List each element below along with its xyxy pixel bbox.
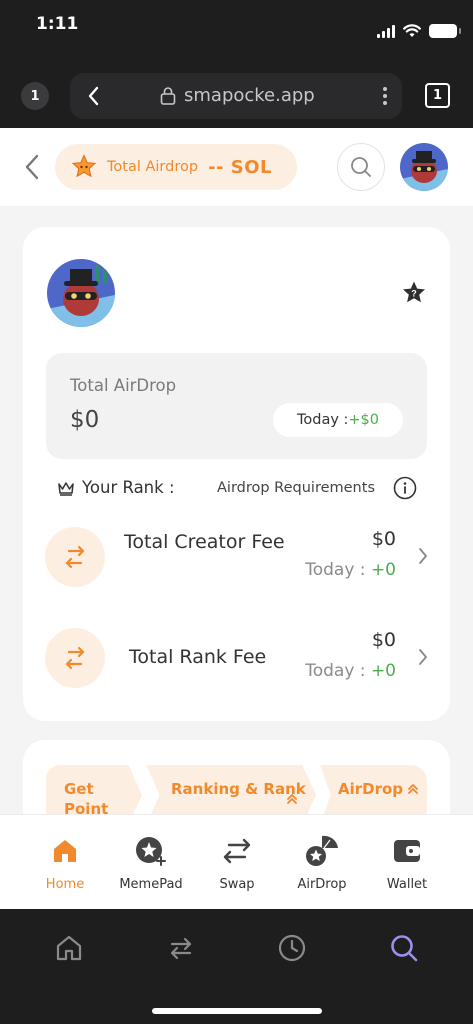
fee-amount: $0 [371, 629, 396, 651]
star-icon [71, 154, 97, 178]
rank-info: Your Rank : [57, 478, 175, 497]
steps-card: Get Point Ranking & Rank AirDrop [23, 740, 450, 814]
browser-back-icon[interactable] [86, 85, 100, 107]
browser-search-icon[interactable] [389, 933, 419, 963]
status-time: 1:11 [36, 14, 79, 34]
your-rank-label: Your Rank : [82, 478, 175, 497]
profile-avatar-image [47, 259, 115, 327]
total-airdrop-value: $0 [70, 407, 100, 433]
airdrop-icon [302, 835, 342, 867]
today-label: Today : [296, 412, 349, 428]
step-airdrop[interactable]: AirDrop [320, 765, 427, 814]
crown-icon [58, 481, 74, 496]
nav-memepad[interactable]: MemePad [106, 815, 196, 910]
user-avatar[interactable] [400, 143, 448, 191]
nav-swap[interactable]: Swap [192, 815, 282, 910]
more-vertical-icon[interactable] [382, 85, 388, 107]
airdrop-card: ? Total AirDrop $0 Today : +$0 Your Rank… [23, 227, 450, 721]
nav-label: Swap [219, 877, 255, 892]
today-badge: Today : +$0 [273, 403, 403, 437]
browser-bar: 1 smapocke.app 1 [0, 60, 473, 128]
tab-count-badge[interactable]: 1 [21, 82, 49, 110]
fee-icon-circle [45, 527, 105, 587]
nav-airdrop[interactable]: AirDrop [277, 815, 367, 910]
fee-amount: $0 [371, 528, 396, 550]
info-icon[interactable] [393, 476, 417, 500]
url-text: smapocke.app [184, 85, 315, 106]
pill-label: Total Airdrop [107, 159, 199, 175]
profile-avatar [47, 259, 115, 327]
nav-label: AirDrop [297, 877, 347, 892]
lock-icon [160, 87, 176, 105]
total-airdrop-pill[interactable]: Total Airdrop -- SOL [55, 144, 297, 190]
home-icon [51, 835, 79, 867]
nav-home[interactable]: Home [20, 815, 110, 910]
address-bar[interactable]: smapocke.app [70, 73, 402, 119]
pill-value: -- SOL [208, 156, 273, 178]
total-airdrop-label: Total AirDrop [70, 376, 177, 395]
main-content: ? Total AirDrop $0 Today : +$0 Your Rank… [0, 206, 473, 814]
step-get-point[interactable]: Get Point [46, 765, 142, 814]
nav-label: Wallet [386, 877, 428, 892]
svg-text:?: ? [411, 289, 417, 299]
bottom-nav: Home MemePad Swap AirDrop Wallet [0, 814, 473, 909]
step-label: AirDrop [338, 780, 404, 798]
wifi-icon [403, 24, 421, 37]
nav-wallet[interactable]: Wallet [362, 815, 452, 910]
nav-label: Home [45, 877, 85, 892]
browser-toolbar [0, 909, 473, 1024]
rank-fee-row[interactable]: Total Rank Fee $0 Today : +0 [45, 626, 428, 690]
browser-swap-icon[interactable] [166, 933, 196, 963]
status-bar: 1:11 [0, 0, 473, 60]
transfer-icon [65, 545, 85, 569]
double-chevron-up-icon [408, 784, 418, 794]
step-ranking-rank[interactable]: Ranking & Rank [146, 765, 316, 814]
transfer-icon [65, 646, 85, 670]
double-chevron-up-icon [287, 794, 297, 804]
url-display[interactable]: smapocke.app [160, 85, 315, 106]
wallet-icon [392, 835, 422, 867]
search-icon [351, 157, 371, 177]
swap-icon [221, 835, 253, 867]
rank-row: Your Rank : Airdrop Requirements [57, 476, 417, 500]
battery-icon [429, 24, 461, 38]
home-indicator [152, 1008, 322, 1014]
avatar-image [400, 143, 448, 191]
fee-title: Total Rank Fee [129, 646, 267, 668]
history-icon[interactable] [277, 933, 307, 963]
tabs-button[interactable]: 1 [425, 83, 450, 108]
nav-label: MemePad [119, 877, 183, 892]
creator-fee-row[interactable]: Total Creator Fee $0 Today : +0 [45, 525, 428, 589]
app-header: Total Airdrop -- SOL [0, 128, 473, 206]
signal-icon [377, 24, 395, 38]
chevron-right-icon [419, 548, 427, 564]
today-value: +$0 [348, 412, 380, 428]
back-icon[interactable] [22, 152, 42, 182]
fee-today-value: +0 [370, 560, 396, 580]
browser-home-icon[interactable] [54, 933, 84, 963]
fee-today: Today : +0 [305, 661, 396, 681]
fee-today-label: Today : [305, 560, 371, 580]
memepad-icon [134, 835, 168, 867]
fee-title: Total Creator Fee [124, 531, 285, 553]
chevron-right-icon [419, 649, 427, 665]
fee-today-label: Today : [305, 661, 371, 681]
fee-icon-circle [45, 628, 105, 688]
step-label: Get Point [64, 780, 109, 814]
fee-today: Today : +0 [305, 560, 396, 580]
fee-today-value: +0 [370, 661, 396, 681]
total-airdrop-box: Total AirDrop $0 Today : +$0 [46, 353, 427, 459]
airdrop-requirements-link[interactable]: Airdrop Requirements [217, 480, 375, 496]
help-badge-icon[interactable]: ? [401, 280, 427, 306]
search-button[interactable] [337, 143, 385, 191]
status-icons [377, 24, 461, 38]
